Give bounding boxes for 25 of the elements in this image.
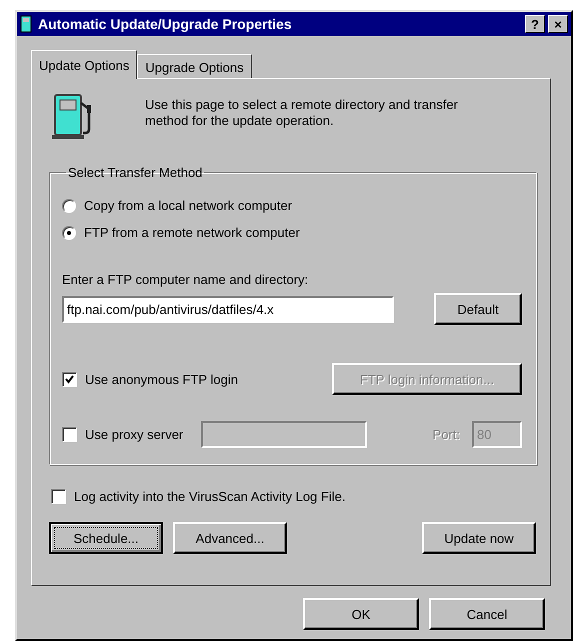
checkbox-label: Log activity into the VirusScan Activity Log File. bbox=[74, 489, 346, 504]
port-label: Port: bbox=[432, 427, 460, 442]
close-button[interactable]: × bbox=[548, 15, 568, 33]
dialog-button[interactable]: OK bbox=[303, 598, 419, 630]
checkbox-label: Use anonymous FTP login bbox=[85, 372, 238, 386]
action-button[interactable]: Advanced... bbox=[173, 522, 287, 554]
radio-button[interactable] bbox=[62, 226, 76, 240]
tab[interactable]: Upgrade Options bbox=[137, 54, 252, 78]
checkbox[interactable] bbox=[51, 489, 66, 504]
option-label: Copy from a local network computer bbox=[84, 198, 292, 213]
description-text: Use this page to select a remote directory and transfer method for the update operation. bbox=[145, 97, 459, 129]
default-button[interactable]: Default bbox=[434, 293, 522, 325]
ftp-address-field[interactable]: ftp.nai.com/pub/antivirus/datfiles/4.x bbox=[62, 296, 394, 322]
checkbox-label: Use proxy server bbox=[85, 427, 184, 442]
action-button[interactable]: Update now bbox=[422, 522, 536, 554]
window-title: Automatic Update/Upgrade Properties bbox=[38, 16, 293, 32]
dialog-button[interactable]: Cancel bbox=[429, 598, 545, 630]
checkbox[interactable] bbox=[62, 372, 77, 386]
tab[interactable]: Update Options bbox=[31, 50, 138, 79]
action-button[interactable]: Schedule... bbox=[49, 522, 163, 554]
help-button[interactable]: ? bbox=[525, 15, 545, 33]
radio-button[interactable] bbox=[62, 198, 76, 212]
option-label: FTP from a remote network computer bbox=[84, 225, 300, 240]
group-title: Select Transfer Method bbox=[67, 165, 204, 180]
field-label: Enter a FTP computer name and directory: bbox=[62, 272, 310, 287]
